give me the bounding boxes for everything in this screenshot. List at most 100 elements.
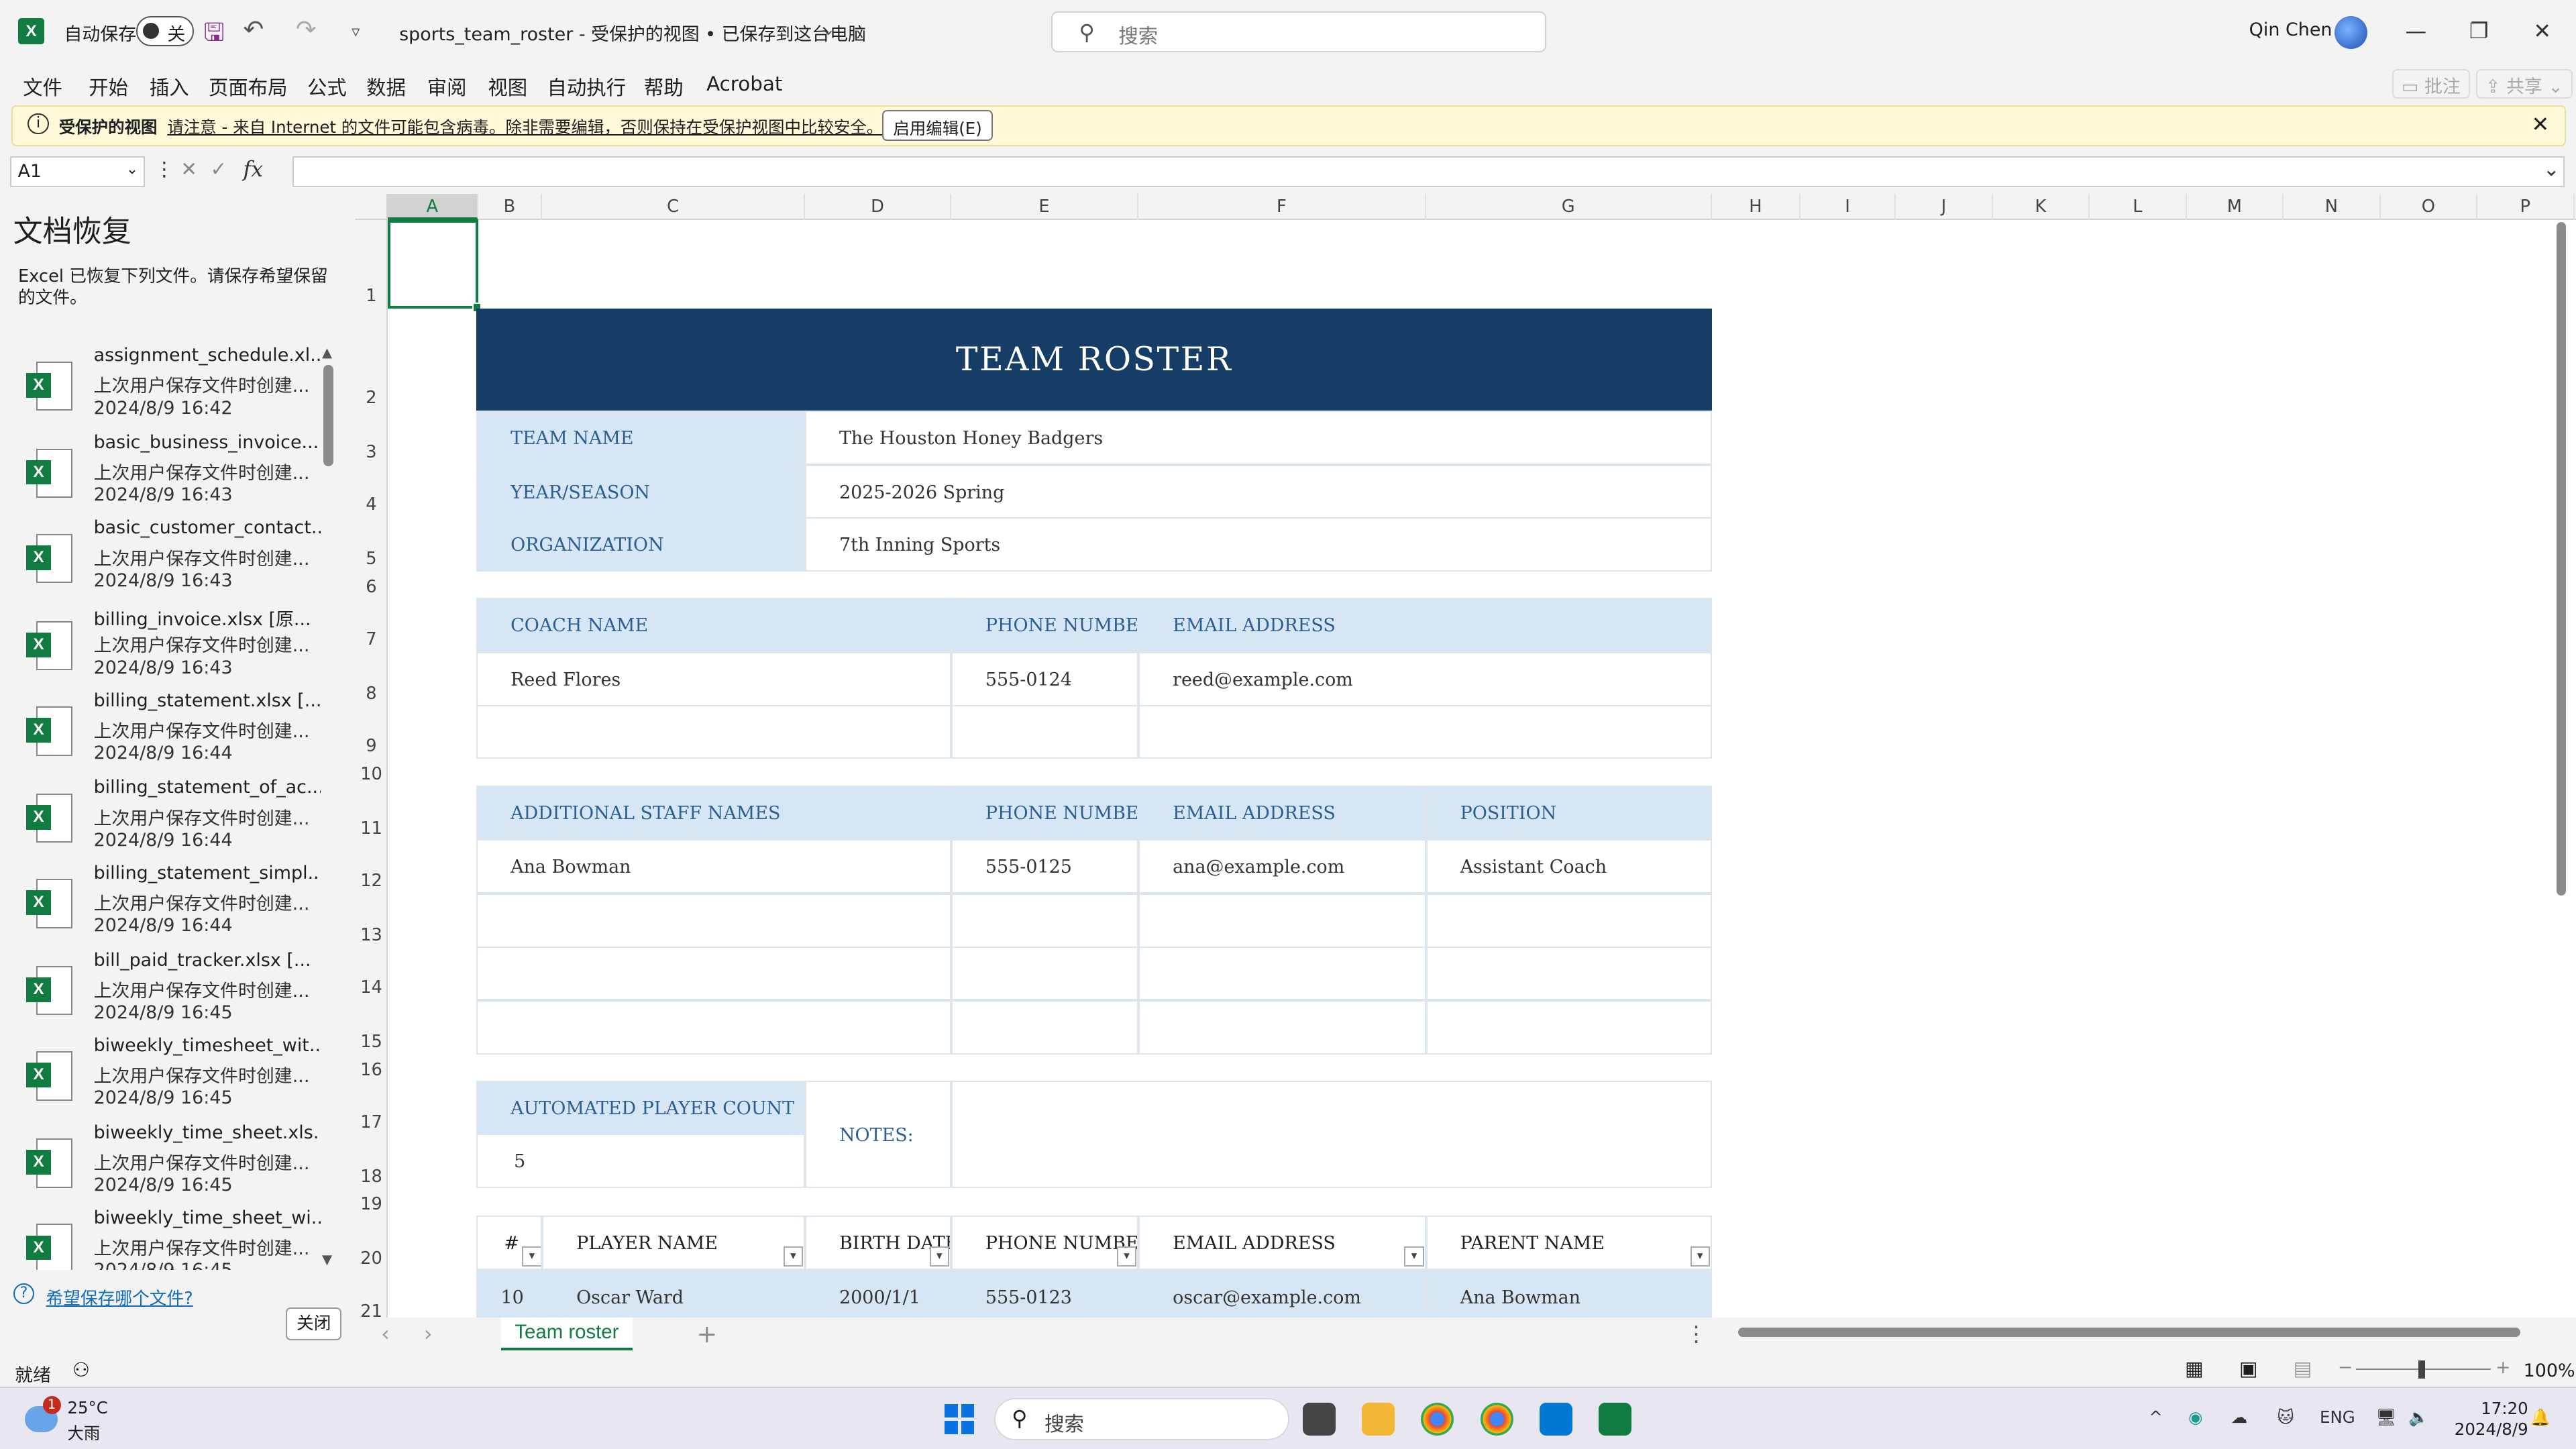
row-header[interactable]: 3 — [355, 442, 388, 462]
recovery-help-link[interactable]: ? 希望保存哪个文件? — [13, 1283, 193, 1309]
normal-view-icon[interactable]: ▦ — [2185, 1357, 2204, 1380]
excel-taskbar-icon[interactable] — [1598, 1402, 1631, 1436]
horizontal-scrollbar[interactable] — [1725, 1324, 2546, 1340]
player-email-header[interactable]: EMAIL ADDRESS ▾ — [1138, 1216, 1426, 1271]
menu-acrobat[interactable]: Acrobat — [706, 72, 782, 95]
coach-phone-value[interactable]: 555-0124 — [951, 652, 1139, 707]
protected-view-message[interactable]: 请注意 - 来自 Internet 的文件可能包含病毒。除非需要编辑，否则保持在… — [167, 115, 883, 138]
next-sheet-icon[interactable]: › — [424, 1321, 433, 1346]
menu-review[interactable]: 审阅 — [427, 72, 467, 101]
page-layout-view-icon[interactable]: ▣ — [2239, 1357, 2258, 1380]
coach-phone-header[interactable]: PHONE NUMBER — [951, 598, 1139, 653]
row-header[interactable]: 5 — [355, 549, 388, 569]
menu-view[interactable]: 视图 — [488, 72, 527, 101]
row-header[interactable]: 8 — [355, 684, 388, 704]
row-header[interactable]: 13 — [355, 925, 388, 945]
chevron-down-icon[interactable]: ⌄ — [822, 19, 836, 39]
menu-file[interactable]: 文件 — [23, 72, 62, 101]
onedrive-icon[interactable]: ☁ — [2231, 1407, 2247, 1427]
recovery-scrollbar[interactable]: ▲ ▼ — [322, 345, 335, 1268]
empty-cell[interactable] — [1138, 894, 1426, 949]
empty-cell[interactable] — [1426, 894, 1712, 949]
save-icon[interactable]: 🖫 — [204, 15, 225, 56]
vertical-scrollbar[interactable] — [2553, 213, 2569, 1318]
row-header[interactable]: 6 — [355, 577, 388, 597]
menu-automate[interactable]: 自动执行 — [547, 72, 627, 101]
coach-email-header[interactable]: EMAIL ADDRESS — [1138, 598, 1712, 653]
row-header[interactable]: 19 — [355, 1194, 388, 1214]
scroll-down-icon[interactable]: ▼ — [322, 1252, 332, 1267]
notes-label[interactable]: NOTES: — [804, 1081, 951, 1188]
customize-toolbar-icon[interactable]: ▿ — [352, 21, 360, 41]
player-count-value[interactable]: 5 — [476, 1133, 805, 1188]
column-header[interactable]: H — [1712, 193, 1801, 221]
insert-function-icon[interactable]: fx — [243, 156, 263, 182]
row-header[interactable]: 20 — [355, 1248, 388, 1269]
empty-cell[interactable] — [951, 894, 1139, 949]
season-value[interactable]: 2025-2026 Spring — [804, 465, 1712, 519]
empty-cell[interactable] — [476, 894, 951, 949]
column-header[interactable]: J — [1896, 193, 1993, 221]
column-header[interactable]: M — [2187, 193, 2284, 221]
app-tray-icon[interactable]: 🐱 — [2277, 1407, 2294, 1427]
network-icon[interactable]: 🖥 — [2375, 1407, 2396, 1427]
close-icon[interactable]: ✕ — [2533, 18, 2551, 44]
share-button[interactable]: ⇪ 共享 ⌄ — [2475, 68, 2573, 99]
chrome-icon[interactable] — [1421, 1402, 1454, 1436]
notification-bell-icon[interactable]: 🔔 — [2530, 1407, 2550, 1427]
autosave-toggle[interactable]: 关 — [136, 16, 194, 46]
filter-dropdown-icon[interactable]: ▾ — [1690, 1246, 1710, 1267]
select-all-corner[interactable] — [354, 193, 388, 221]
column-header[interactable]: E — [951, 193, 1139, 221]
accessibility-icon[interactable]: ⚇ — [72, 1358, 90, 1381]
empty-cell[interactable] — [1426, 1000, 1712, 1055]
player-phone-cell[interactable]: 555-0123 — [951, 1270, 1139, 1318]
staff-phone-value[interactable]: 555-0125 — [951, 839, 1139, 894]
empty-cell[interactable] — [476, 704, 951, 759]
undo-icon[interactable]: ↶ — [243, 15, 264, 44]
empty-cell[interactable] — [1426, 946, 1712, 1001]
row-header[interactable]: 12 — [355, 871, 388, 891]
row-header[interactable]: 17 — [355, 1112, 388, 1132]
row-header[interactable]: 14 — [355, 977, 388, 998]
recovery-item[interactable]: X bill_paid_tracker.xlsx [... 上次用户保存文件时创… — [0, 950, 321, 1035]
scroll-thumb[interactable] — [1738, 1327, 2520, 1338]
more-options-icon[interactable]: ⋮ — [1686, 1321, 1707, 1346]
worksheet-grid[interactable]: A B C D E F G H I J K L M N O P 1 2 3 4 … — [354, 193, 2576, 1318]
row-header[interactable]: 21 — [355, 1301, 388, 1318]
empty-cell[interactable] — [476, 1000, 951, 1055]
zoom-out-icon[interactable]: − — [2338, 1357, 2353, 1378]
staff-email-header[interactable]: EMAIL ADDRESS — [1138, 785, 1426, 840]
row-header[interactable]: 16 — [355, 1060, 388, 1080]
task-view-icon[interactable] — [1303, 1402, 1336, 1436]
recovery-item[interactable]: X biweekly_timesheet_wit... 上次用户保存文件时创建.… — [0, 1035, 321, 1120]
menu-insert[interactable]: 插入 — [150, 72, 189, 101]
avatar[interactable] — [2334, 16, 2367, 50]
team-name-label[interactable]: TEAM NAME — [476, 411, 805, 466]
staff-phone-header[interactable]: PHONE NUMBER — [951, 785, 1139, 840]
row-header[interactable]: 10 — [355, 764, 388, 784]
chrome-profile-icon[interactable] — [1480, 1402, 1513, 1436]
scroll-up-icon[interactable]: ▲ — [322, 345, 332, 360]
staff-name-header[interactable]: ADDITIONAL STAFF NAMES — [476, 785, 951, 840]
empty-cell[interactable] — [951, 704, 1139, 759]
column-header[interactable]: O — [2381, 193, 2478, 221]
team-name-value[interactable]: The Houston Honey Badgers — [804, 411, 1712, 466]
column-header[interactable]: N — [2284, 193, 2381, 221]
birth-date-header[interactable]: BIRTH DATE ▾ — [804, 1216, 951, 1271]
organization-value[interactable]: 7th Inning Sports — [804, 517, 1712, 572]
more-options-icon[interactable]: ⋮ — [154, 158, 174, 180]
birth-date-cell[interactable]: 2000/1/1 — [804, 1270, 951, 1318]
row-header[interactable]: 11 — [355, 818, 388, 839]
recovery-item[interactable]: X biweekly_time_sheet.xls... 上次用户保存文件时创建… — [0, 1122, 321, 1208]
organization-label[interactable]: ORGANIZATION — [476, 517, 805, 572]
player-name-cell[interactable]: Oscar Ward — [542, 1270, 805, 1318]
menu-formulas[interactable]: 公式 — [307, 72, 347, 101]
enable-editing-button[interactable]: 启用编辑(E) — [881, 109, 994, 142]
player-email-cell[interactable]: oscar@example.com — [1138, 1270, 1426, 1318]
staff-position-header[interactable]: POSITION — [1426, 785, 1712, 840]
close-icon[interactable]: ✕ — [2531, 111, 2549, 137]
player-name-header[interactable]: PLAYER NAME ▾ — [542, 1216, 805, 1271]
column-header[interactable]: B — [478, 193, 543, 221]
weather-temperature[interactable]: 25°C — [67, 1398, 107, 1417]
